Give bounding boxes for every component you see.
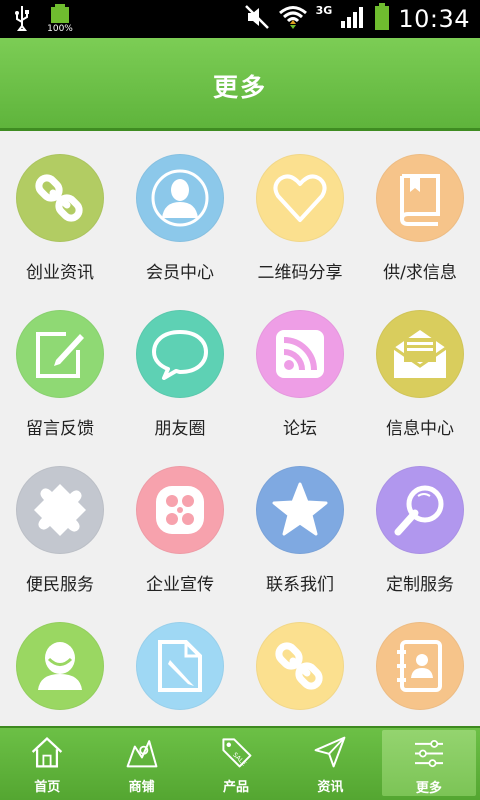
grid-item-supply-demand[interactable]: 供/求信息 bbox=[360, 134, 480, 290]
grid-item-contact-us[interactable]: 联系我们 bbox=[240, 446, 360, 602]
user-icon bbox=[38, 642, 82, 690]
grid-item-feedback[interactable]: 留言反馈 bbox=[0, 290, 120, 446]
mail-icon bbox=[393, 330, 447, 378]
film-reel-icon bbox=[156, 486, 204, 534]
tab-label: 商铺 bbox=[128, 780, 155, 795]
grid-item-corporate-promotion[interactable]: 企业宣传 bbox=[120, 446, 240, 602]
grid-item-label: 企业宣传 bbox=[146, 575, 214, 595]
tab-label: 资讯 bbox=[317, 780, 344, 795]
grid-icon-circle bbox=[136, 622, 224, 710]
grid-item-user[interactable] bbox=[0, 602, 120, 726]
grid-item-convenience-services[interactable]: 便民服务 bbox=[0, 446, 120, 602]
grid-item-label: 二维码分享 bbox=[257, 263, 343, 283]
grid-item-label: 定制服务 bbox=[386, 575, 454, 595]
title-bar: 更多 bbox=[0, 38, 480, 131]
puzzle-icon bbox=[34, 484, 86, 536]
book-icon bbox=[399, 174, 440, 226]
grid-item-info-center[interactable]: 信息中心 bbox=[360, 290, 480, 446]
grid-item-label: 朋友圈 bbox=[154, 419, 206, 439]
tab-more[interactable]: 更多 bbox=[381, 730, 477, 796]
grid-icon-circle bbox=[136, 154, 224, 242]
grid-icon-circle bbox=[16, 466, 104, 554]
network-type: 3G bbox=[315, 3, 333, 17]
grid-icon-circle bbox=[16, 622, 104, 710]
heart-icon bbox=[273, 174, 327, 222]
grid-item-label: 留言反馈 bbox=[26, 419, 94, 439]
tab-shop[interactable]: 商铺 bbox=[94, 728, 188, 800]
wifi-icon bbox=[278, 4, 308, 34]
grid-item-label: 会员中心 bbox=[146, 263, 214, 283]
grid-item-label: 创业资讯 bbox=[26, 263, 94, 283]
link-icon bbox=[35, 174, 83, 222]
grid-item-label: 便民服务 bbox=[26, 575, 94, 595]
battery-percent: 100% bbox=[47, 24, 73, 34]
battery-full-icon: 100% bbox=[46, 4, 74, 36]
battery-icon bbox=[374, 3, 390, 35]
signal-icon bbox=[340, 5, 366, 33]
tab-label: 产品 bbox=[223, 780, 250, 795]
grid-item-forum[interactable]: 论坛 bbox=[240, 290, 360, 446]
grid-icon-circle bbox=[256, 622, 344, 710]
grid-icon-circle bbox=[136, 466, 224, 554]
rss-icon bbox=[276, 330, 324, 378]
grid-icon-circle bbox=[376, 622, 464, 710]
document-edit-icon bbox=[158, 640, 202, 692]
contacts-book-icon bbox=[397, 640, 442, 692]
tab-label: 首页 bbox=[34, 780, 61, 795]
grid-icon-circle bbox=[16, 154, 104, 242]
feature-grid: 创业资讯 会员中心 二维码分享 供/求信息 留言反馈 朋友圈 论坛 信息中心 便… bbox=[0, 134, 480, 726]
tab-news[interactable]: 资讯 bbox=[283, 728, 377, 800]
shop-icon bbox=[126, 740, 157, 768]
person-icon bbox=[151, 169, 209, 227]
home-icon bbox=[32, 736, 63, 768]
grid-item-startup-news[interactable]: 创业资讯 bbox=[0, 134, 120, 290]
tab-label: 更多 bbox=[415, 781, 442, 796]
grid-item-custom-services[interactable]: 定制服务 bbox=[360, 446, 480, 602]
grid-icon-circle bbox=[376, 466, 464, 554]
grid-item-link[interactable] bbox=[240, 602, 360, 726]
grid-icon-circle bbox=[136, 310, 224, 398]
link-icon bbox=[275, 642, 323, 690]
search-icon bbox=[394, 485, 444, 536]
usb-icon bbox=[12, 4, 32, 36]
note-edit-icon bbox=[36, 332, 84, 378]
grid-item-label: 论坛 bbox=[283, 419, 317, 439]
star-icon bbox=[272, 482, 328, 536]
grid-item-label: 联系我们 bbox=[266, 575, 334, 595]
grid-icon-circle bbox=[256, 310, 344, 398]
tab-home[interactable]: 首页 bbox=[0, 728, 94, 800]
grid-icon-circle bbox=[256, 466, 344, 554]
grid-icon-circle bbox=[256, 154, 344, 242]
grid-item-qr-share[interactable]: 二维码分享 bbox=[240, 134, 360, 290]
tab-products[interactable]: SALE 产品 bbox=[189, 728, 283, 800]
settings-sliders-icon bbox=[414, 739, 443, 768]
grid-icon-circle bbox=[376, 154, 464, 242]
send-icon bbox=[315, 736, 346, 768]
grid-item-document[interactable] bbox=[120, 602, 240, 726]
bottom-tab-bar: 首页 商铺 SALE 产品 资讯 更多 bbox=[0, 726, 480, 800]
clock: 10:34 bbox=[398, 5, 470, 33]
grid-item-label: 供/求信息 bbox=[383, 263, 457, 283]
grid-icon-circle bbox=[376, 310, 464, 398]
grid-item-contacts[interactable] bbox=[360, 602, 480, 726]
sale-tag-icon: SALE bbox=[222, 738, 252, 768]
page-title: 更多 bbox=[212, 73, 267, 102]
grid-icon-circle bbox=[16, 310, 104, 398]
grid-item-label: 信息中心 bbox=[386, 419, 454, 439]
grid-item-friends[interactable]: 朋友圈 bbox=[120, 290, 240, 446]
grid-item-member-center[interactable]: 会员中心 bbox=[120, 134, 240, 290]
speech-bubble-icon bbox=[152, 330, 208, 380]
status-bar: 100% 3G 10:34 bbox=[0, 0, 480, 38]
mute-icon bbox=[244, 4, 270, 34]
